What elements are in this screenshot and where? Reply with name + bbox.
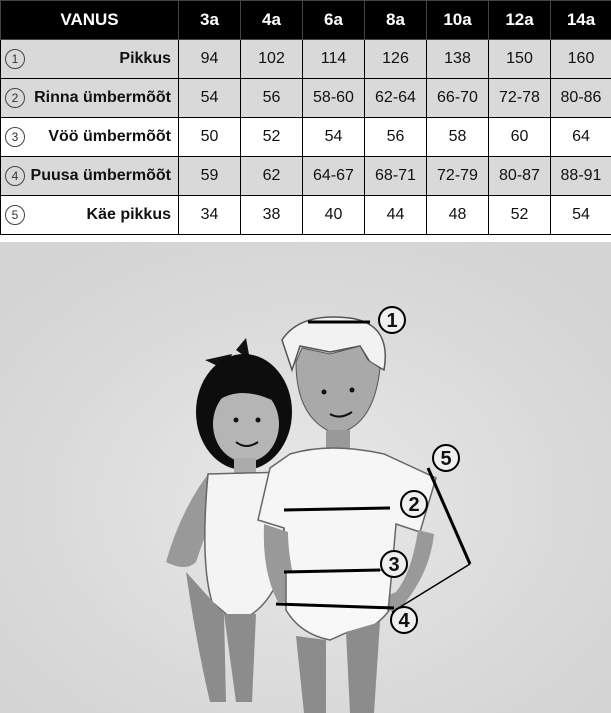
table-row-height: 1 Pikkus 94 102 114 126 138 150 160 [0, 39, 611, 79]
callout-label: 3 [388, 554, 399, 576]
header-age-8a: 8a [364, 0, 427, 40]
table-cell: 94 [178, 39, 241, 79]
table-cell: 80-86 [550, 78, 611, 118]
table-cell: 44 [364, 195, 427, 235]
callout-1: 1 [378, 306, 406, 334]
table-cell: 54 [550, 195, 611, 235]
row-label: Käe pikkus [86, 206, 171, 223]
header-age-14a: 14a [550, 0, 611, 40]
table-cell: 58-60 [302, 78, 365, 118]
table-cell: 52 [488, 195, 551, 235]
table-cell: 54 [178, 78, 241, 118]
table-cell: 34 [178, 195, 241, 235]
table-cell: 60 [488, 117, 551, 157]
header-age-6a: 6a [302, 0, 365, 40]
table-row-chest: 2 Rinna ümbermõõt 54 56 58-60 62-64 66-7… [0, 78, 611, 118]
table-cell: 72-79 [426, 156, 489, 196]
callout-label: 5 [440, 448, 451, 470]
table-cell: 64 [550, 117, 611, 157]
row-label: Rinna ümbermõõt [34, 89, 171, 106]
table-cell: 58 [426, 117, 489, 157]
row-number-badge: 4 [5, 166, 25, 186]
table-row-hip: 4 Puusa ümbermõõt 59 62 64-67 68-71 72-7… [0, 156, 611, 196]
callout-label: 1 [386, 310, 397, 332]
callout-2: 2 [400, 490, 428, 518]
table-row-arm: 5 Käe pikkus 34 38 40 44 48 52 54 [0, 195, 611, 235]
header-age-label: VANUS [0, 0, 179, 40]
callout-3: 3 [380, 550, 408, 578]
table-cell: 54 [302, 117, 365, 157]
table-cell: 150 [488, 39, 551, 79]
table-cell: 52 [240, 117, 303, 157]
table-cell: 38 [240, 195, 303, 235]
table-cell: 40 [302, 195, 365, 235]
row-label: Vöö ümbermõõt [48, 128, 171, 145]
header-age-10a: 10a [426, 0, 489, 40]
table-cell: 62-64 [364, 78, 427, 118]
table-cell: 66-70 [426, 78, 489, 118]
row-label-cell: 2 Rinna ümbermõõt [0, 78, 179, 118]
size-chart-table: VANUS 3a 4a 6a 8a 10a 12a 14a 1 Pikkus 9… [0, 0, 611, 235]
row-number-badge: 1 [5, 49, 25, 69]
row-number-badge: 5 [5, 205, 25, 225]
table-cell: 62 [240, 156, 303, 196]
table-cell: 56 [240, 78, 303, 118]
row-label-cell: 1 Pikkus [0, 39, 179, 79]
row-number-badge: 3 [5, 127, 25, 147]
table-cell: 64-67 [302, 156, 365, 196]
table-cell: 68-71 [364, 156, 427, 196]
row-label: Pikkus [119, 50, 171, 67]
row-label-cell: 4 Puusa ümbermõõt [0, 156, 179, 196]
callout-4: 4 [390, 606, 418, 634]
row-label-cell: 3 Vöö ümbermõõt [0, 117, 179, 157]
header-age-4a: 4a [240, 0, 303, 40]
row-label-cell: 5 Käe pikkus [0, 195, 179, 235]
table-cell: 72-78 [488, 78, 551, 118]
header-age-12a: 12a [488, 0, 551, 40]
table-row-waist: 3 Vöö ümbermõõt 50 52 54 56 58 60 64 [0, 117, 611, 157]
callout-label: 4 [398, 610, 410, 632]
table-cell: 80-87 [488, 156, 551, 196]
table-cell: 114 [302, 39, 365, 79]
row-label: Puusa ümbermõõt [30, 167, 171, 184]
table-cell: 126 [364, 39, 427, 79]
table-cell: 138 [426, 39, 489, 79]
table-cell: 50 [178, 117, 241, 157]
table-header-row: VANUS 3a 4a 6a 8a 10a 12a 14a [0, 0, 611, 40]
table-cell: 160 [550, 39, 611, 79]
header-age-3a: 3a [178, 0, 241, 40]
table-cell: 59 [178, 156, 241, 196]
table-cell: 88-91 [550, 156, 611, 196]
table-cell: 102 [240, 39, 303, 79]
measurement-illustration: 1 2 3 4 5 [0, 242, 611, 713]
row-number-badge: 2 [5, 88, 25, 108]
callout-label: 2 [408, 494, 419, 516]
table-cell: 56 [364, 117, 427, 157]
table-cell: 48 [426, 195, 489, 235]
callout-5: 5 [432, 444, 460, 472]
